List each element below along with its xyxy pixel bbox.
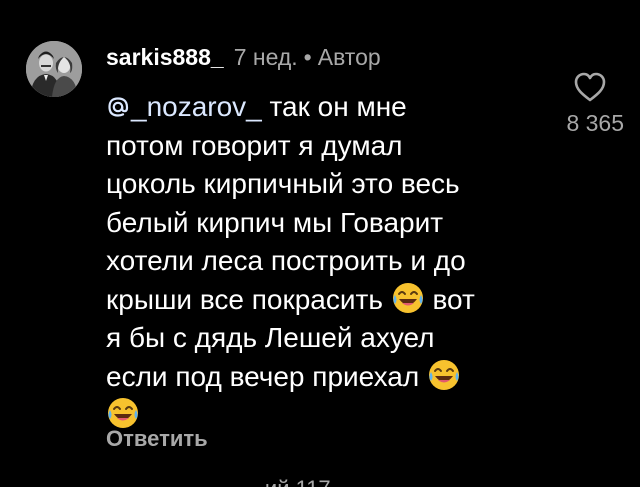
meta-separator: • xyxy=(303,44,312,70)
mention-link[interactable]: _nozarov_ xyxy=(106,91,262,122)
laughing-tears-emoji-icon xyxy=(108,398,138,428)
comment-body: _nozarov_ так он мне потом говорит я дум… xyxy=(106,88,546,435)
at-sign-icon xyxy=(108,97,129,117)
comment-header: sarkis888_ 7 нед. • Автор xyxy=(106,44,381,76)
comment-text-line: вот xyxy=(424,283,475,315)
avatar-photo xyxy=(26,41,82,97)
like-count: 8 365 xyxy=(566,110,624,136)
author-badge: Автор xyxy=(317,44,381,70)
laughing-tears-emoji-icon xyxy=(392,282,423,313)
heart-icon[interactable] xyxy=(572,70,608,104)
comment-text-line: белый кирпич мы Говарит xyxy=(106,206,444,238)
view-replies-link[interactable]: — — — — — ...ий 117 xyxy=(106,476,331,487)
reply-button[interactable]: Ответить xyxy=(106,426,208,452)
comment-text-line: хотели леса построить и до xyxy=(106,245,466,276)
avatar[interactable] xyxy=(26,41,82,97)
comment-text-line: я бы с дядь Лешей ахуел xyxy=(106,322,435,353)
comment-text-line: потом говорит я думал xyxy=(106,129,403,161)
comment-text-line: так он мне xyxy=(261,91,407,122)
comment-text-line: если под вечер приехал xyxy=(106,360,427,392)
comment-meta: 7 нед. • Автор xyxy=(234,44,381,71)
laughing-tears-emoji-icon xyxy=(429,359,459,390)
mention-username: _nozarov_ xyxy=(131,91,262,122)
comment-text-line: цоколь кирпичный это весь xyxy=(106,168,460,199)
comment-time: 7 нед. xyxy=(233,44,298,70)
username[interactable]: sarkis888_ xyxy=(106,44,224,71)
comment-text-line: крыши все покрасить xyxy=(106,283,391,315)
